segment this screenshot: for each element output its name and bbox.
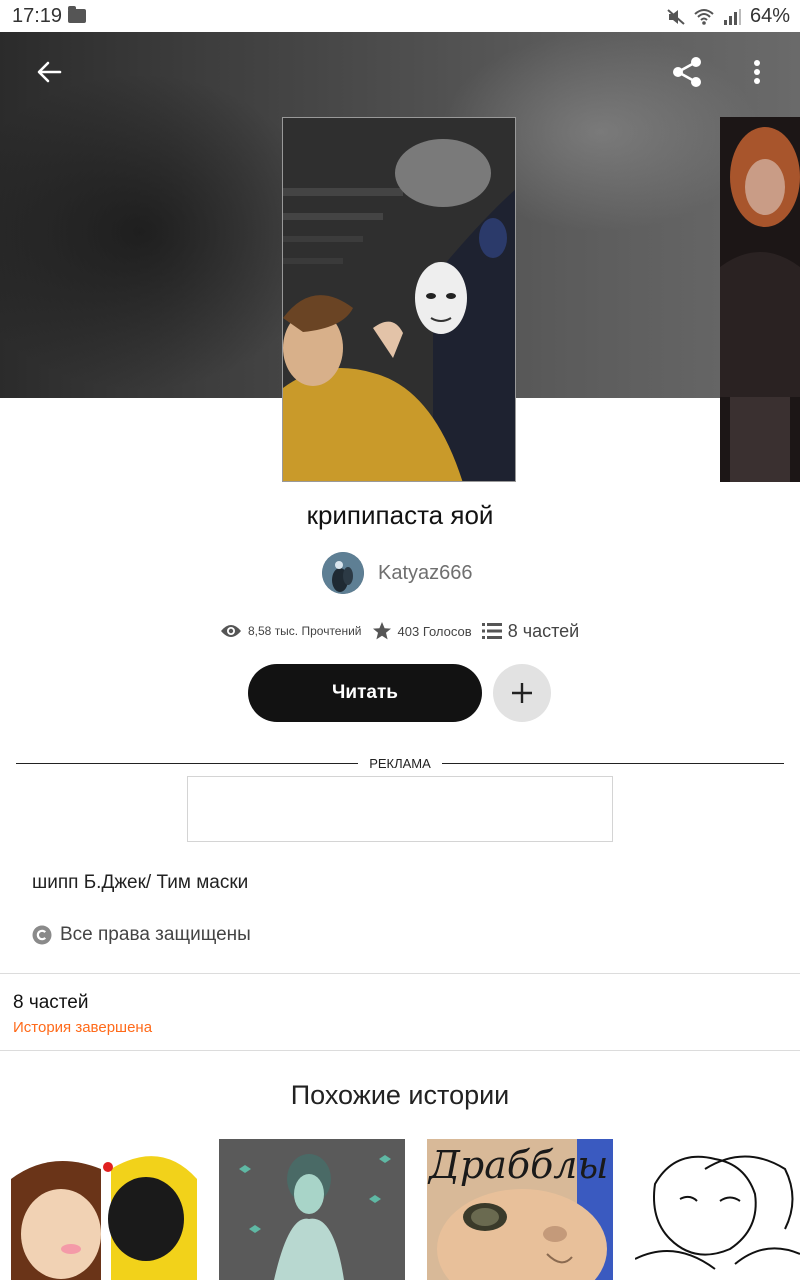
- author-link[interactable]: Katyaz666: [322, 552, 473, 594]
- similar-story-card[interactable]: Драбблы: [427, 1139, 613, 1280]
- cover-illustration: [283, 118, 515, 481]
- similar-story-card[interactable]: [635, 1139, 800, 1280]
- author-avatar-image: [322, 552, 364, 594]
- back-button[interactable]: [27, 50, 71, 94]
- votes-stat: 403 Голосов: [372, 621, 472, 641]
- divider: [0, 1050, 800, 1051]
- copyright-icon: [32, 925, 52, 945]
- eye-icon: [221, 625, 241, 637]
- ad-divider-left: [16, 763, 358, 764]
- votes-count: 403 Голосов: [397, 623, 472, 639]
- mute-icon: [667, 8, 685, 25]
- author-name[interactable]: Katyaz666: [378, 562, 473, 585]
- story-stats: 8,58 тыс. Прочтений 403 Голосов 8 частей: [220, 618, 579, 644]
- status-time: 17:19: [12, 5, 63, 27]
- story-title: крипипаста яой: [306, 500, 494, 530]
- more-vert-icon: [754, 60, 760, 84]
- ad-label: РЕКЛАМА: [369, 756, 431, 771]
- similar-cover-1: [11, 1139, 197, 1280]
- plus-icon: [512, 683, 532, 703]
- similar-cover-4: [635, 1139, 800, 1280]
- parts-count[interactable]: 8 частей: [508, 621, 580, 642]
- similar-cover-2: [219, 1139, 405, 1280]
- reads-count: 8,58 тыс. Прочтений: [248, 624, 362, 638]
- toc-parts-count[interactable]: 8 частей: [13, 992, 88, 1014]
- star-icon: [372, 622, 391, 640]
- side-cover-illustration: [720, 117, 800, 482]
- story-cover[interactable]: [282, 117, 516, 482]
- next-story-cover[interactable]: [720, 117, 800, 482]
- similar-cover-3-title: Драбблы: [429, 1143, 609, 1187]
- copyright-row: Все права защищены: [32, 924, 251, 946]
- reads-stat: 8,58 тыс. Прочтений: [220, 623, 362, 639]
- more-options-button[interactable]: [735, 50, 779, 94]
- divider: [0, 973, 800, 974]
- wifi-icon: [694, 8, 714, 25]
- avatar[interactable]: [322, 552, 364, 594]
- signal-icon: [723, 8, 741, 25]
- status-right: 64%: [666, 5, 790, 28]
- parts-stat[interactable]: 8 частей: [481, 621, 580, 642]
- copyright-text: Все права защищены: [60, 924, 251, 945]
- list-icon: [481, 623, 502, 639]
- story-status: История завершена: [13, 1019, 153, 1036]
- ad-banner[interactable]: [187, 776, 613, 842]
- back-arrow-icon: [37, 61, 62, 83]
- battery-level: 64%: [749, 5, 790, 27]
- story-description: шипп Б.Джек/ Тим маски: [32, 872, 249, 893]
- similar-stories-title: Похожие истории: [290, 1080, 510, 1110]
- add-to-library-button[interactable]: [493, 664, 551, 722]
- folder-icon: [68, 6, 86, 23]
- share-button[interactable]: [665, 50, 709, 94]
- status-bar: 17:19 64%: [0, 0, 800, 32]
- similar-story-card[interactable]: [219, 1139, 405, 1280]
- share-icon: [673, 57, 701, 87]
- similar-story-card[interactable]: [11, 1139, 197, 1280]
- read-button[interactable]: Читать: [248, 664, 482, 722]
- ad-divider-right: [442, 763, 784, 764]
